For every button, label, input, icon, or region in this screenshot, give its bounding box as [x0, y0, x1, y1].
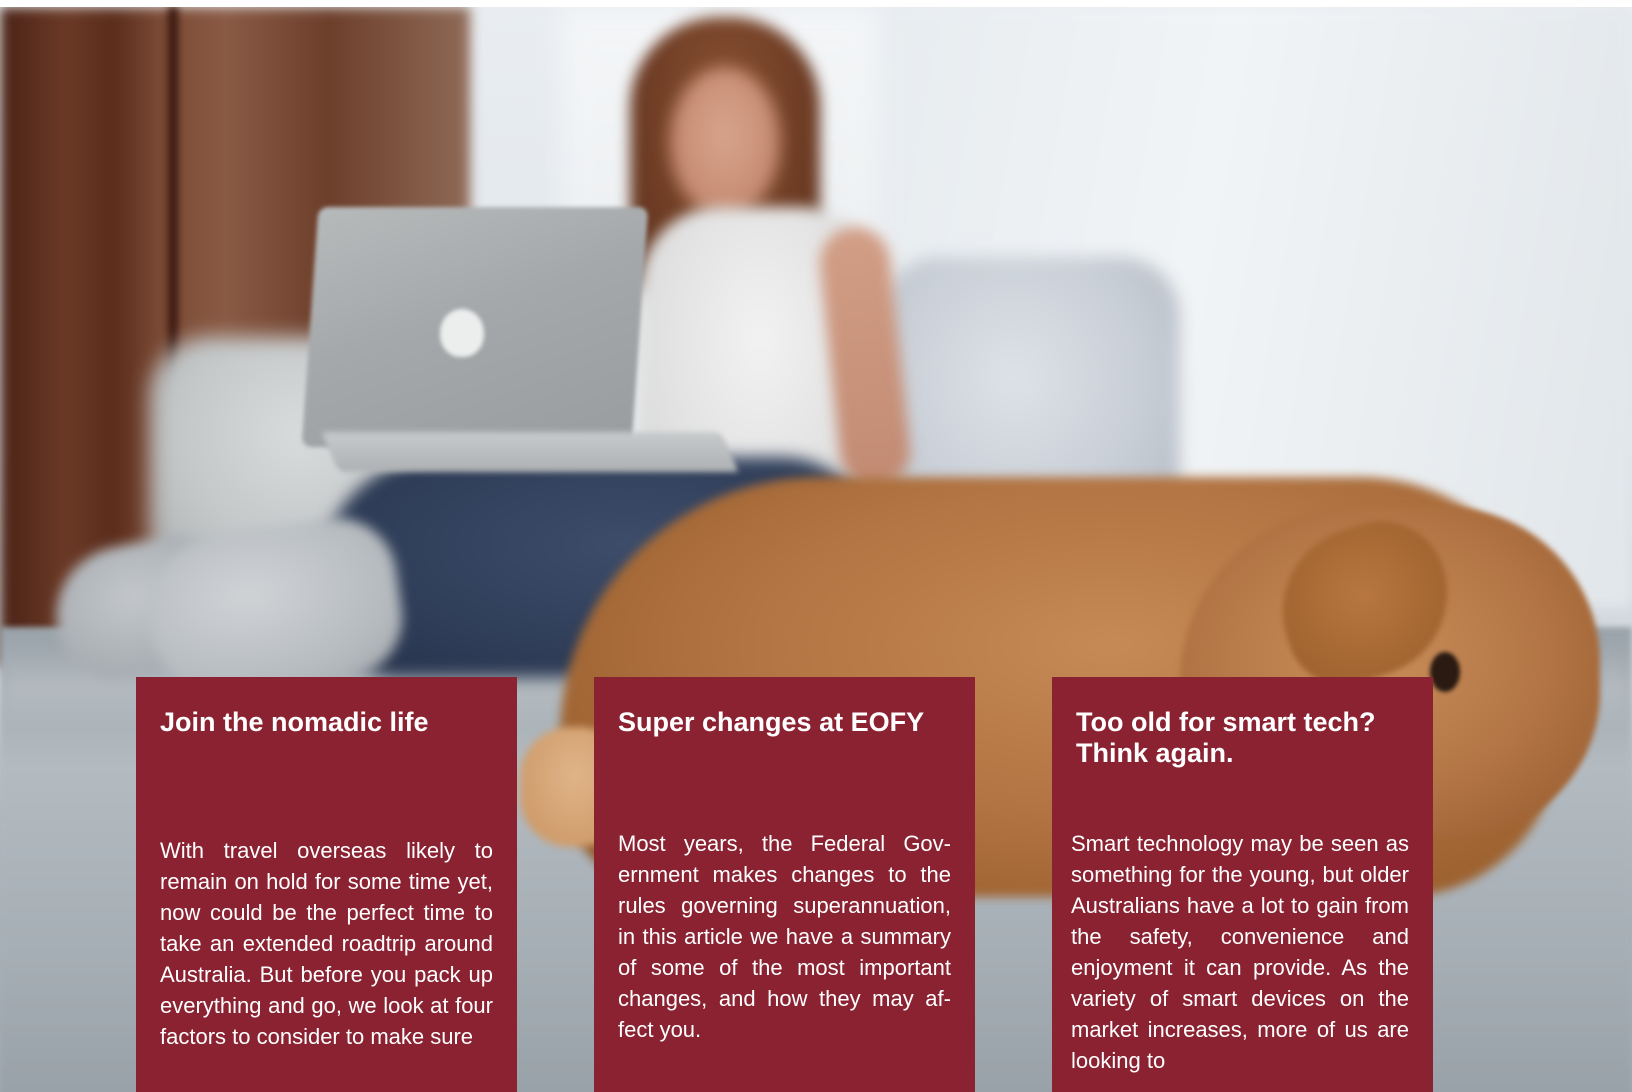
article-summary: With travel overseas likely to remain on…: [160, 838, 493, 1049]
article-card-smart-tech[interactable]: Too old for smart tech? Think again. Sma…: [1052, 677, 1433, 1092]
laptop-base: [321, 432, 739, 472]
article-title[interactable]: Join the nomadic life: [160, 707, 493, 738]
woman-face: [670, 67, 780, 217]
article-title[interactable]: Too old for smart tech? Think again.: [1076, 707, 1409, 769]
article-card-super-changes[interactable]: Super changes at EOFY Most years, the Fe…: [594, 677, 975, 1092]
article-title[interactable]: Super changes at EOFY: [618, 707, 951, 738]
page: Join the nomadic life With travel overse…: [0, 0, 1632, 1092]
dog-eye: [1430, 652, 1460, 692]
apple-logo-icon: [440, 309, 484, 357]
article-summary: Smart technology may be seen as somethin…: [1071, 831, 1409, 1073]
article-card-nomadic-life[interactable]: Join the nomadic life With travel overse…: [136, 677, 517, 1092]
article-summary: Most years, the Federal Gov­ernment make…: [618, 831, 951, 1042]
